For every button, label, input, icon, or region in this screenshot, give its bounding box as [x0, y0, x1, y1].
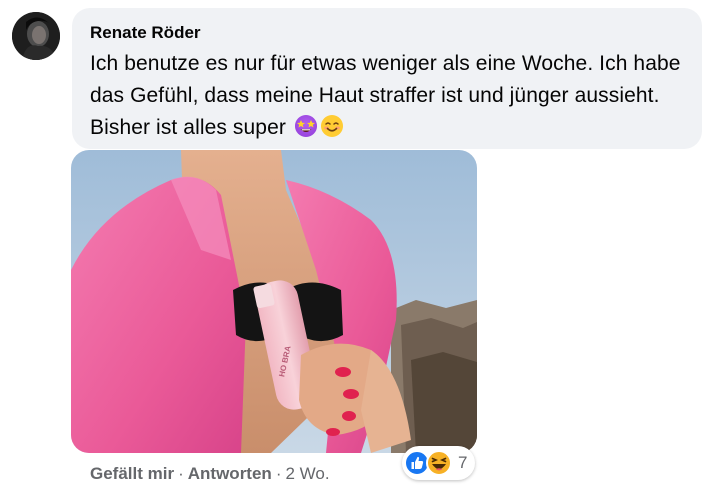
separator: · — [275, 464, 282, 483]
like-link[interactable]: Gefällt mir — [90, 464, 174, 483]
comment-bubble: Renate Röder Ich benutze es nur für etwa… — [72, 8, 702, 149]
reply-link[interactable]: Antworten — [188, 464, 272, 483]
comment: Renate Röder Ich benutze es nur für etwa… — [0, 0, 722, 491]
haha-reaction-icon — [426, 450, 452, 476]
separator: · — [178, 464, 184, 483]
author-name[interactable]: Renate Röder — [90, 22, 688, 44]
reaction-count: 7 — [458, 453, 468, 472]
avatar-image — [12, 12, 60, 60]
avatar[interactable] — [12, 12, 60, 60]
comment-photo[interactable]: HO BRA — [71, 150, 477, 453]
comment-actions: Gefällt mir · Antworten · 2 Wo. — [90, 462, 330, 486]
star-struck-emoji — [294, 114, 318, 138]
reactions-summary[interactable]: 7 — [402, 446, 476, 480]
comment-text-block: Ich benutze es nur für etwas weniger als… — [90, 48, 688, 144]
smiling-face-emoji — [320, 114, 344, 138]
comment-text: Ich benutze es nur für etwas weniger als… — [90, 52, 681, 139]
timestamp[interactable]: 2 Wo. — [285, 464, 329, 483]
